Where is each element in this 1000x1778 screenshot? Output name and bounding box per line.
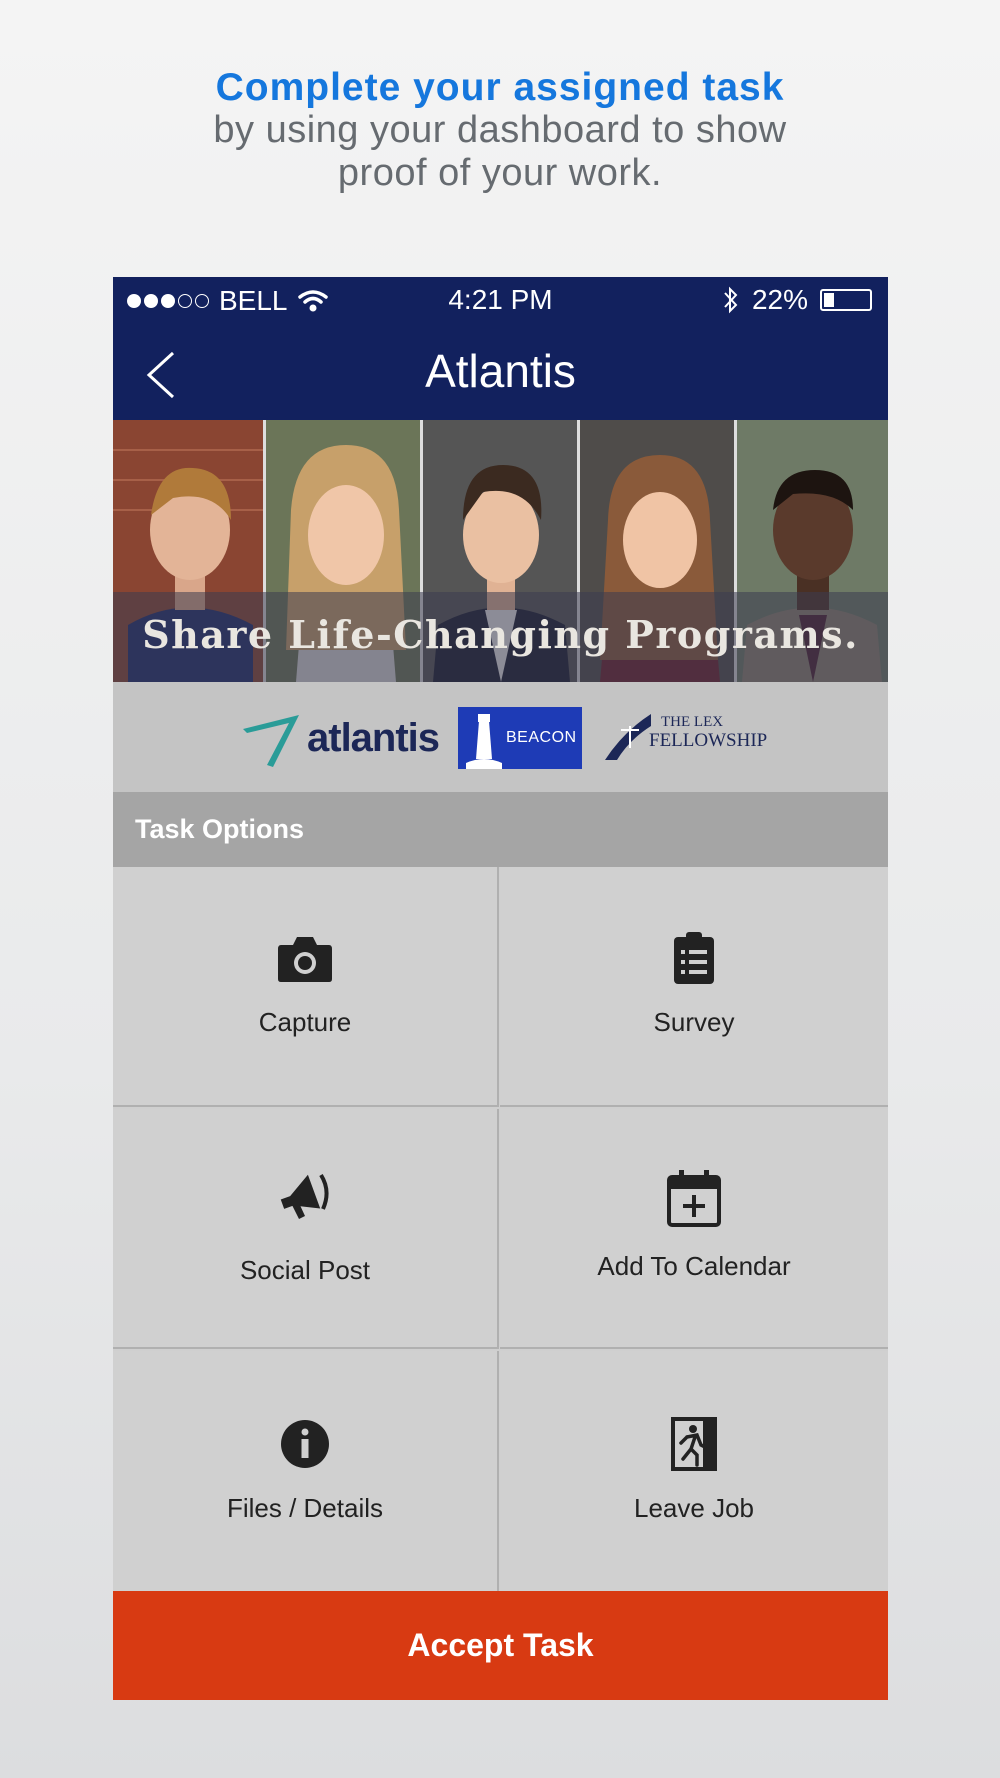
camera-icon xyxy=(278,937,332,982)
partner-logos: atlantis BEACON THE LEX FELLOWSHIP xyxy=(113,682,888,792)
bluetooth-icon xyxy=(724,286,738,314)
lex-fellowship-logo: THE LEX FELLOWSHIP xyxy=(603,714,783,764)
exit-door-icon xyxy=(671,1417,717,1471)
info-icon xyxy=(281,1420,329,1468)
add-to-calendar-label: Add To Calendar xyxy=(597,1251,791,1281)
status-bar: BELL 4:21 PM 22% xyxy=(113,277,888,322)
files-details-label: Files / Details xyxy=(226,1493,384,1523)
lighthouse-icon xyxy=(466,714,502,769)
phone-screen: BELL 4:21 PM 22% Atlantis Share Life-Cha… xyxy=(113,277,888,1700)
accept-task-button[interactable]: Accept Task xyxy=(113,1591,888,1700)
beacon-logo: BEACON xyxy=(458,707,582,769)
files-details-option[interactable]: Files / Details xyxy=(113,1351,499,1592)
battery-icon xyxy=(820,289,872,311)
atlantis-logo: atlantis xyxy=(241,707,440,769)
social-post-label: Social Post xyxy=(239,1255,371,1285)
capture-label: Capture xyxy=(258,1007,352,1037)
task-options-header: Task Options xyxy=(113,792,888,867)
nav-bar: Atlantis xyxy=(113,322,888,420)
task-options-grid: Capture Survey Social Post Add To Calend… xyxy=(113,867,888,1592)
survey-option[interactable]: Survey xyxy=(500,867,888,1107)
promo-subline-1: by using your dashboard to show xyxy=(213,109,787,151)
social-post-option[interactable]: Social Post xyxy=(113,1109,499,1349)
survey-label: Survey xyxy=(653,1007,735,1037)
promo-subline-2: proof of your work. xyxy=(337,152,663,194)
atlantis-mark-icon xyxy=(243,715,299,767)
hero-banner: Share Life-Changing Programs. xyxy=(113,420,888,682)
battery-percent: 22% xyxy=(751,284,808,315)
page-title: Atlantis xyxy=(425,345,576,397)
megaphone-icon xyxy=(280,1173,329,1219)
leave-job-option[interactable]: Leave Job xyxy=(500,1351,888,1592)
clipboard-list-icon xyxy=(674,932,714,984)
scales-icon xyxy=(605,714,651,760)
promo-headline: Complete your assigned task xyxy=(215,66,785,109)
banner-tagline: Share Life-Changing Programs. xyxy=(142,612,859,657)
leave-job-label: Leave Job xyxy=(634,1493,754,1523)
section-title: Task Options xyxy=(135,814,305,844)
promo-text: Complete your assigned task by using you… xyxy=(0,66,1000,195)
calendar-plus-icon xyxy=(667,1170,721,1227)
add-to-calendar-option[interactable]: Add To Calendar xyxy=(500,1109,888,1349)
capture-option[interactable]: Capture xyxy=(113,867,499,1107)
